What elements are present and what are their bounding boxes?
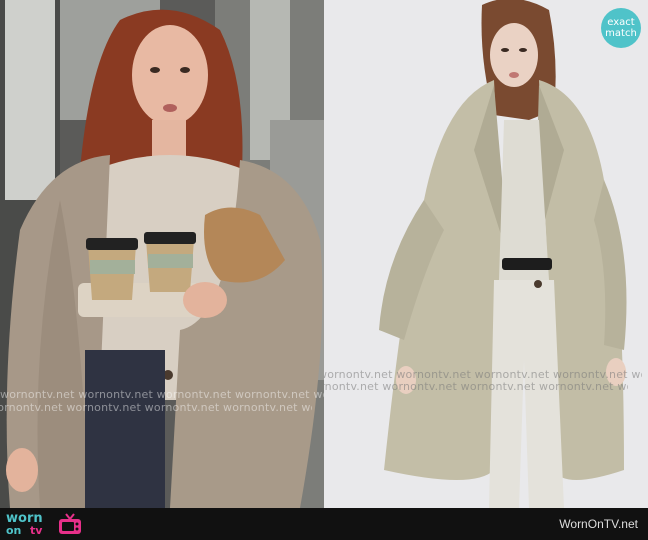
actress-in-coat-illustration [0,0,324,508]
logo-on-text: on [6,524,22,537]
footer-bar: worn on tv WornOnTV.net [0,508,648,540]
badge-line-1: exact [607,17,635,28]
watermark-text: wornontv.net wornontv.net wornontv.net w… [324,380,628,393]
model-in-coat-illustration [324,0,648,508]
logo-tv-text: tv [30,524,43,537]
watermark-text: wornontv.net wornontv.net wornontv.net w… [0,401,312,414]
footer-site-name[interactable]: WornOnTV.net [559,517,638,531]
exact-match-badge: exact match [601,8,641,48]
product-photo: exact match wornontv.net wornontv.net wo… [324,0,648,508]
watermark-text: wornontv.net wornontv.net wornontv.net w… [0,388,324,401]
tv-icon [59,513,81,534]
badge-line-2: match [605,28,637,39]
tv-show-photo: wornontv.net wornontv.net wornontv.net w… [0,0,324,508]
